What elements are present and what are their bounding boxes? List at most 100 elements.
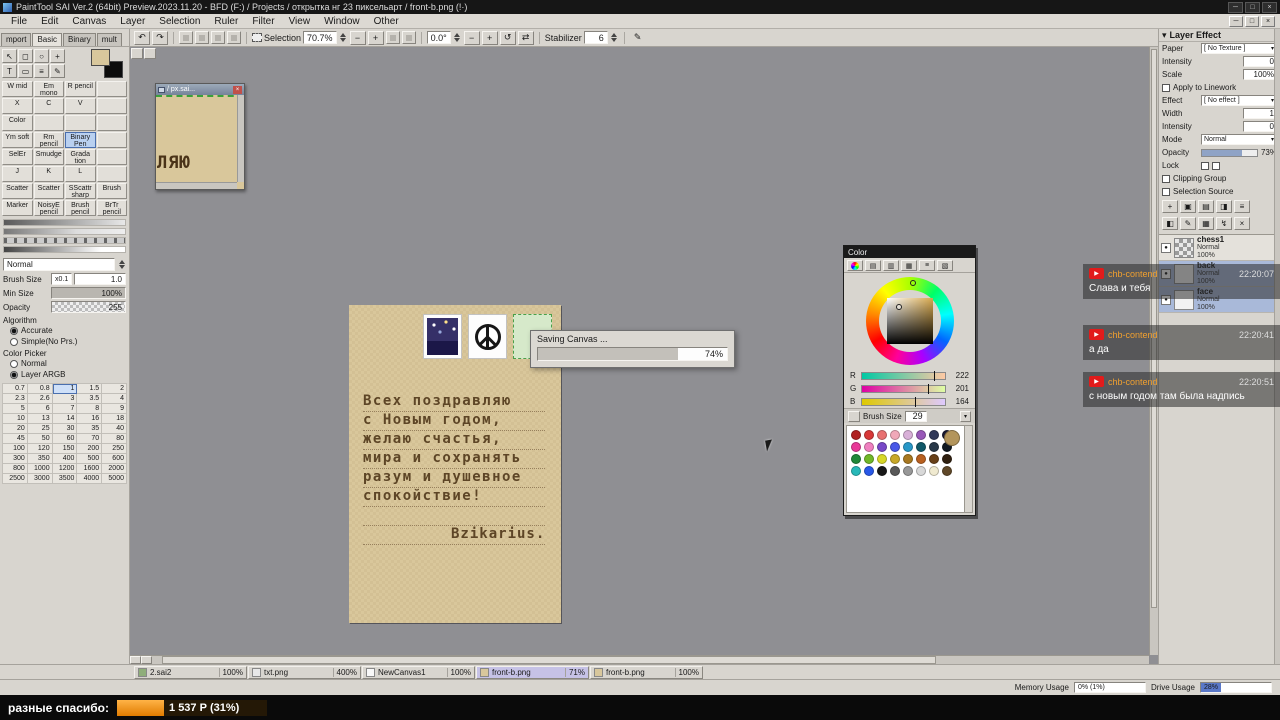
apply-linework-checkbox[interactable] (1162, 83, 1170, 92)
tool-button[interactable] (96, 132, 127, 148)
menu-view[interactable]: View (282, 16, 318, 27)
layer-menu-button[interactable]: ≡ (1234, 200, 1250, 213)
swatch[interactable] (942, 454, 952, 464)
size-preset[interactable]: 18 (102, 414, 127, 424)
rotation-value[interactable]: 0.0° (426, 31, 451, 44)
mdi-restore-button[interactable]: □ (1245, 15, 1259, 27)
size-preset[interactable]: 2000 (102, 464, 127, 474)
swatch[interactable] (877, 430, 887, 440)
saturation-marker[interactable] (895, 304, 902, 310)
swatch[interactable] (903, 430, 913, 440)
color-wheel[interactable] (844, 273, 975, 369)
mdi-minimize-button[interactable]: ─ (1229, 15, 1243, 27)
tab-binary[interactable]: Binary (63, 33, 96, 46)
size-preset[interactable]: 100 (3, 444, 28, 454)
redo-button[interactable]: ↷ (152, 30, 168, 45)
tool-button[interactable]: SelEr (2, 149, 33, 165)
size-preset[interactable]: 30 (52, 424, 78, 434)
menu-ruler[interactable]: Ruler (207, 16, 245, 27)
swatch[interactable] (929, 430, 939, 440)
mini-window-vscrollbar[interactable] (237, 95, 244, 182)
panel-brush-size-value[interactable]: 29 (904, 410, 927, 422)
cursor-tool-icon[interactable]: ↖ (2, 49, 17, 63)
brush-size-icon[interactable] (848, 410, 860, 422)
doc-tab[interactable]: NewCanvas1 100% (362, 665, 475, 679)
swatch[interactable] (903, 442, 913, 452)
tool-button[interactable]: C (33, 98, 64, 114)
zoom-out-button[interactable]: − (349, 30, 366, 45)
stabilizer-spinner[interactable] (610, 33, 619, 42)
zoom-in-button[interactable]: + (367, 30, 384, 45)
mini-window-canvas[interactable]: ЛЯЮ (156, 95, 244, 189)
rotate-ccw-button[interactable]: − (463, 30, 480, 45)
flip-horizontal-button[interactable]: ⇄ (517, 30, 534, 45)
tool-button[interactable] (96, 166, 127, 182)
size-preset[interactable]: 70 (77, 434, 103, 444)
tool-button[interactable]: L (65, 166, 96, 182)
clipping-group-checkbox[interactable] (1162, 174, 1170, 183)
tool-button[interactable]: J (2, 166, 33, 182)
delete-layer-button[interactable]: × (1234, 217, 1250, 230)
tab-mult[interactable]: mult (96, 33, 122, 46)
swatch[interactable] (916, 442, 926, 452)
minimize-button[interactable]: ─ (1228, 1, 1243, 13)
opacity-slider[interactable]: 255 (51, 301, 126, 313)
size-preset[interactable]: 8 (77, 404, 103, 414)
brush-size-mult-select[interactable]: x0.1 (51, 273, 73, 285)
mini-window-titlebar[interactable]: / px.sai... × (156, 84, 244, 95)
select-rect-icon[interactable]: ◻ (18, 49, 33, 63)
undo-button[interactable]: ↶ (134, 30, 150, 45)
tool-button[interactable] (96, 115, 127, 131)
algorithm-simple-radio[interactable] (10, 337, 18, 346)
swatch[interactable] (877, 442, 887, 452)
lock-opacity-button[interactable] (1201, 161, 1209, 170)
size-preset[interactable]: 35 (77, 424, 103, 434)
tool-button[interactable]: Grada tion (65, 149, 96, 165)
tool-button[interactable] (96, 81, 127, 97)
canvas-hscrollbar[interactable] (130, 655, 1149, 664)
size-preset[interactable]: 40 (102, 424, 127, 434)
picker-normal-radio[interactable] (10, 359, 18, 368)
size-preset[interactable]: 400 (52, 454, 78, 464)
swatch[interactable] (851, 430, 861, 440)
current-color-swatch[interactable] (944, 430, 960, 446)
swatch[interactable] (903, 466, 913, 476)
tool-button[interactable]: Brush pencil (65, 200, 96, 216)
swatch[interactable] (851, 466, 861, 476)
tool-button[interactable]: Em mono (33, 81, 64, 97)
size-preset[interactable]: 2 (102, 384, 127, 394)
size-preset[interactable]: 5 (3, 404, 28, 414)
size-preset[interactable]: 120 (27, 444, 53, 454)
menu-window[interactable]: Window (317, 16, 367, 27)
tool-button[interactable]: SScattr sharp (65, 183, 96, 199)
size-preset[interactable]: 6 (27, 404, 53, 414)
swatch[interactable] (890, 430, 900, 440)
swatch[interactable] (851, 442, 861, 452)
blue-channel-slider[interactable] (861, 396, 946, 407)
doc-tab-active[interactable]: front-b.png 71% (476, 665, 589, 679)
swatch[interactable] (942, 466, 952, 476)
size-preset[interactable]: 250 (102, 444, 127, 454)
red-channel-slider[interactable] (861, 370, 946, 381)
saturation-square[interactable] (886, 298, 933, 344)
layer-visibility-toggle[interactable]: ● (1161, 242, 1171, 253)
size-preset[interactable]: 9 (102, 404, 127, 414)
swatch[interactable] (890, 454, 900, 464)
size-preset[interactable]: 2.3 (3, 394, 28, 404)
algorithm-accurate-radio[interactable] (10, 326, 18, 335)
size-preset[interactable]: 300 (3, 454, 28, 464)
size-preset[interactable]: 2.6 (27, 394, 53, 404)
size-preset[interactable]: 7 (52, 404, 78, 414)
hscroll-thumb[interactable] (162, 656, 937, 664)
size-preset[interactable]: 4 (102, 394, 127, 404)
brush-size-value[interactable]: 1.0 (74, 273, 126, 285)
swatch[interactable] (916, 454, 926, 464)
mini-view-window[interactable]: / px.sai... × ЛЯЮ (155, 83, 245, 190)
scroll-button[interactable] (141, 656, 152, 664)
tool-button[interactable]: R pencil (65, 81, 96, 97)
size-preset[interactable]: 350 (27, 454, 53, 464)
tool-button[interactable] (33, 115, 64, 131)
menu-other[interactable]: Other (367, 16, 406, 27)
stroke-preset[interactable] (3, 237, 126, 244)
canvas-viewport[interactable]: / px.sai... × ЛЯЮ Всех поздравляю с Новы… (130, 47, 1158, 664)
